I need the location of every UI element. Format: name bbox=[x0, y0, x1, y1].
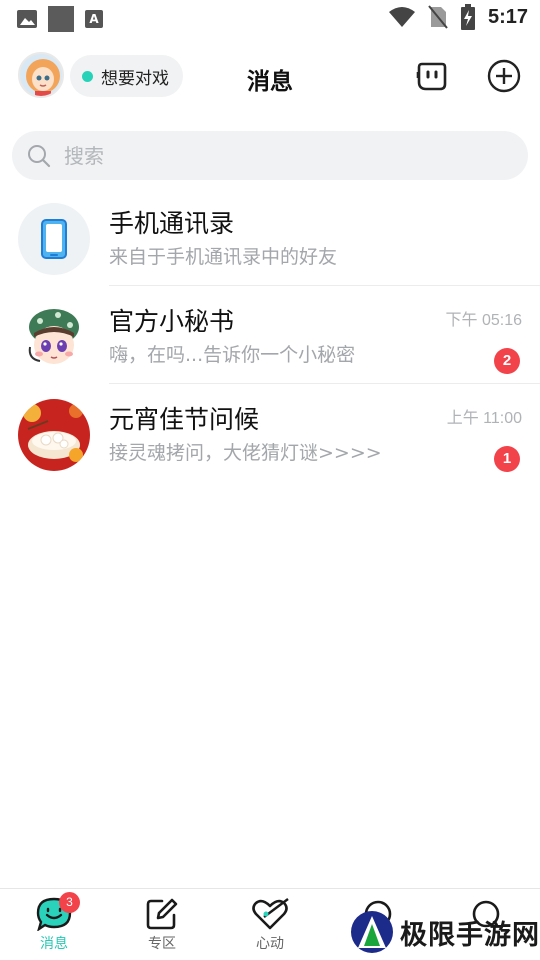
unread-badge: 2 bbox=[494, 348, 520, 374]
edit-square-icon bbox=[146, 898, 178, 930]
tab-label: 专区 bbox=[148, 936, 176, 952]
conversation-time: 下午 05:16 bbox=[445, 312, 523, 329]
tab-label: 心动 bbox=[256, 936, 284, 952]
conversation-preview: 接灵魂拷问，大佬猜灯谜>>>> bbox=[109, 442, 382, 464]
robot-icon[interactable] bbox=[414, 58, 450, 94]
phone-icon bbox=[41, 219, 67, 259]
watermark-logo-icon bbox=[351, 911, 393, 953]
tab-messages[interactable]: 3 消息 bbox=[14, 892, 94, 953]
app-notification-icon bbox=[48, 6, 74, 32]
unread-badge: 1 bbox=[494, 446, 520, 472]
status-time: 5:17 bbox=[487, 5, 528, 28]
search-input[interactable] bbox=[64, 143, 484, 168]
search-icon bbox=[28, 144, 51, 167]
tab-heartbeat[interactable]: 心动 bbox=[230, 897, 310, 953]
no-sim-icon bbox=[428, 5, 448, 29]
conversation-contacts[interactable]: 手机通讯录 来自于手机通讯录中的好友 bbox=[0, 188, 540, 286]
festival-avatar bbox=[18, 399, 90, 471]
search-bar[interactable] bbox=[12, 131, 528, 180]
conversation-name: 官方小秘书 bbox=[109, 307, 235, 336]
status-bar: A 5:17 bbox=[0, 0, 540, 36]
conversation-name: 元宵佳节问候 bbox=[109, 405, 260, 434]
tab-label: 消息 bbox=[40, 936, 68, 952]
assistant-avatar bbox=[18, 301, 90, 373]
conversation-lantern-festival[interactable]: 元宵佳节问候 接灵魂拷问，大佬猜灯谜>>>> 上午 11:00 1 bbox=[0, 384, 540, 482]
tab-messages-badge: 3 bbox=[59, 892, 80, 913]
heart-arrow-icon bbox=[252, 898, 289, 930]
wifi-icon bbox=[388, 7, 415, 27]
text-notification-icon: A bbox=[85, 10, 103, 28]
watermark-text: 极限手游网 bbox=[400, 919, 540, 951]
conversation-preview: 来自于手机通讯录中的好友 bbox=[109, 246, 338, 268]
image-notification-icon bbox=[17, 10, 37, 28]
contacts-avatar bbox=[18, 203, 90, 275]
svg-text:A: A bbox=[89, 12, 99, 26]
conversation-time: 上午 11:00 bbox=[446, 410, 522, 427]
conversation-preview: 嗨，在吗...告诉你一个小秘密 bbox=[109, 344, 356, 366]
tab-zone[interactable]: 专区 bbox=[122, 897, 202, 953]
watermark: 极限手游网 bbox=[350, 910, 540, 954]
header: 想要对戏 消息 bbox=[0, 44, 540, 108]
conversation-official-assistant[interactable]: 官方小秘书 嗨，在吗...告诉你一个小秘密 下午 05:16 2 bbox=[0, 286, 540, 384]
conversation-name: 手机通讯录 bbox=[109, 209, 235, 238]
page-title: 消息 bbox=[247, 69, 293, 95]
conversation-list: 手机通讯录 来自于手机通讯录中的好友 官方小秘书 嗨，在吗...告诉你一个小秘密… bbox=[0, 188, 540, 482]
add-plus-icon[interactable] bbox=[486, 58, 522, 94]
battery-charging-icon bbox=[460, 4, 475, 30]
